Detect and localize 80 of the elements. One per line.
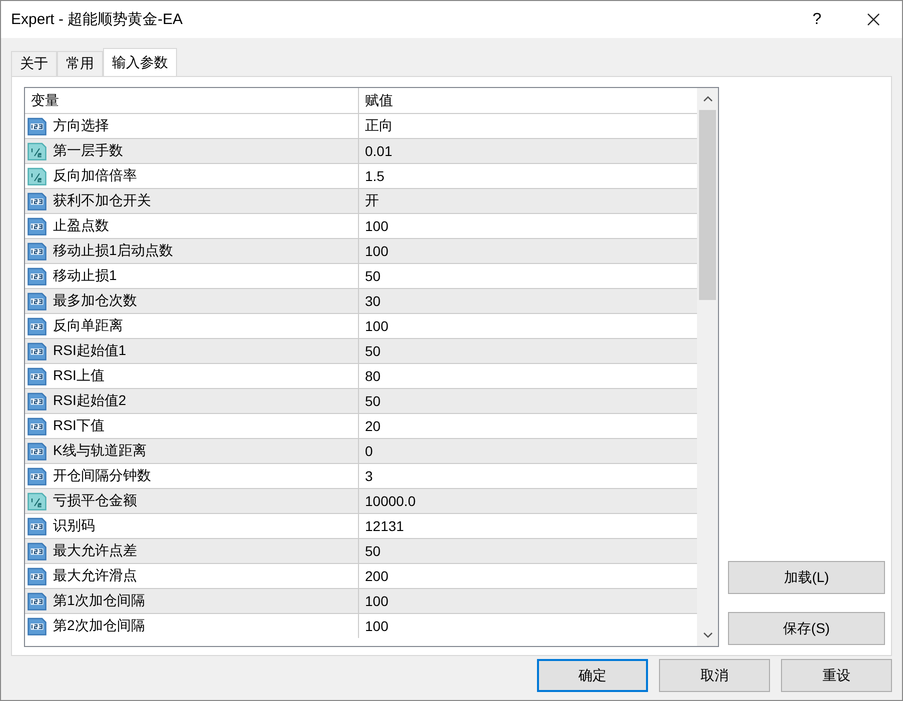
parameter-name: 最大允许滑点 <box>53 567 137 585</box>
column-header: 赋值 <box>364 91 393 110</box>
parameter-name: 识别码 <box>53 517 95 535</box>
parameter-value[interactable]: 30 <box>359 293 381 309</box>
integer-type-icon <box>27 266 47 286</box>
parameter-name: RSI起始值2 <box>53 392 126 410</box>
parameter-value[interactable]: 1.5 <box>359 168 384 184</box>
parameter-value[interactable]: 正向 <box>359 117 393 135</box>
parameter-name: 方向选择 <box>53 117 109 135</box>
parameter-name: 反向加倍倍率 <box>53 167 137 185</box>
parameter-value[interactable]: 100 <box>359 618 388 634</box>
column-header: 变量 <box>25 88 359 113</box>
parameter-value[interactable]: 0.01 <box>359 143 392 159</box>
integer-type-icon <box>27 191 47 211</box>
dialog-button[interactable]: 确定 <box>537 659 648 692</box>
parameter-value[interactable]: 3 <box>359 468 373 484</box>
parameter-value[interactable]: 12131 <box>359 518 404 534</box>
parameter-value[interactable]: 50 <box>359 343 381 359</box>
integer-type-icon <box>27 591 47 611</box>
parameter-name: 反向单距离 <box>53 317 123 335</box>
parameter-name: 移动止损1 <box>53 267 117 285</box>
scroll-down-icon[interactable] <box>702 632 712 638</box>
help-button[interactable]: ? <box>797 10 837 30</box>
integer-type-icon <box>27 566 47 586</box>
parameter-value[interactable]: 10000.0 <box>359 493 416 509</box>
parameter-value[interactable]: 100 <box>359 593 388 609</box>
integer-type-icon <box>27 366 47 386</box>
tab[interactable]: 输入参数 <box>103 48 177 76</box>
integer-type-icon <box>27 316 47 336</box>
dialog-button[interactable]: 取消 <box>659 659 770 692</box>
side-button[interactable]: 加载(L) <box>728 561 885 594</box>
integer-type-icon <box>27 216 47 236</box>
integer-type-icon <box>27 441 47 461</box>
integer-type-icon <box>27 391 47 411</box>
parameter-name: 开仓间隔分钟数 <box>53 467 151 485</box>
integer-type-icon <box>27 516 47 536</box>
integer-type-icon <box>27 341 47 361</box>
parameter-value[interactable]: 开 <box>359 192 379 210</box>
scroll-up-icon[interactable] <box>702 96 712 102</box>
parameter-value[interactable]: 50 <box>359 543 381 559</box>
parameter-value[interactable]: 20 <box>359 418 381 434</box>
fraction-type-icon <box>27 141 47 161</box>
parameter-value[interactable]: 100 <box>359 218 388 234</box>
parameter-name: 止盈点数 <box>53 217 109 235</box>
parameter-value[interactable]: 50 <box>359 268 381 284</box>
parameter-name: 获利不加仓开关 <box>53 192 151 210</box>
parameter-value[interactable]: 0 <box>359 443 373 459</box>
parameter-value[interactable]: 50 <box>359 393 381 409</box>
parameter-value[interactable]: 100 <box>359 318 388 334</box>
integer-type-icon <box>27 616 47 636</box>
integer-type-icon <box>27 541 47 561</box>
fraction-type-icon <box>27 166 47 186</box>
parameter-name: RSI起始值1 <box>53 342 126 360</box>
parameter-name: 第一层手数 <box>53 142 123 160</box>
scrollbar-thumb[interactable] <box>699 110 716 300</box>
parameter-name: 第2次加仓间隔 <box>53 617 145 635</box>
integer-type-icon <box>27 241 47 261</box>
parameter-name: RSI上值 <box>53 367 104 385</box>
fraction-type-icon <box>27 491 47 511</box>
scrollbar[interactable] <box>697 88 718 646</box>
parameter-name: 移动止损1启动点数 <box>53 242 173 260</box>
integer-type-icon <box>27 466 47 486</box>
side-button[interactable]: 保存(S) <box>728 612 885 645</box>
parameter-name: 亏损平仓金额 <box>53 492 137 510</box>
parameter-name: 最大允许点差 <box>53 542 137 560</box>
integer-type-icon <box>27 291 47 311</box>
parameter-name: 最多加仓次数 <box>53 292 137 310</box>
dialog-button[interactable]: 重设 <box>781 659 892 692</box>
parameter-name: 第1次加仓间隔 <box>53 592 145 610</box>
window-title: Expert - 超能顺势黄金-EA <box>11 10 184 29</box>
close-icon[interactable] <box>867 13 880 26</box>
parameter-value[interactable]: 80 <box>359 368 381 384</box>
parameter-value[interactable]: 100 <box>359 243 388 259</box>
parameter-value[interactable]: 200 <box>359 568 388 584</box>
tab[interactable]: 常用 <box>57 51 103 76</box>
parameter-name: RSI下值 <box>53 417 104 435</box>
integer-type-icon <box>27 116 47 136</box>
integer-type-icon <box>27 416 47 436</box>
parameter-name: K线与轨道距离 <box>53 442 146 460</box>
tab[interactable]: 关于 <box>11 51 57 76</box>
